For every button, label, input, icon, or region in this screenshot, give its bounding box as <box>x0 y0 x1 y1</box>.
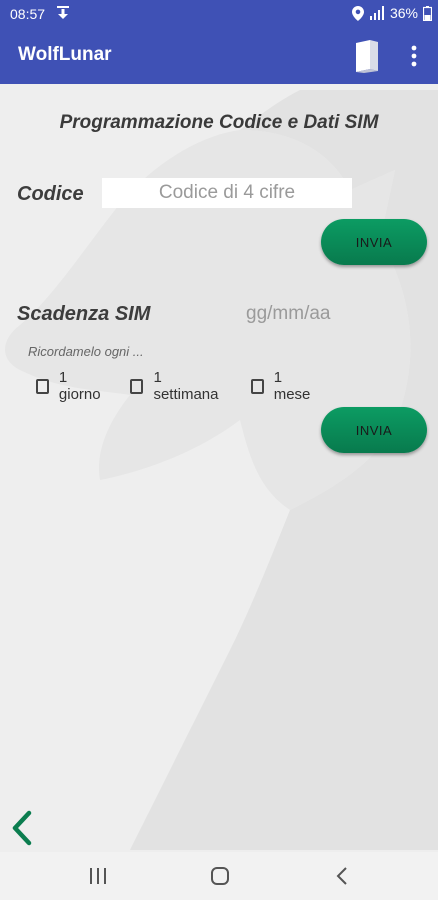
send-sim-button[interactable]: INVIA <box>321 407 427 453</box>
status-icons: 36% <box>351 5 432 21</box>
checkbox[interactable] <box>130 378 144 394</box>
code-label: Codice <box>17 183 84 205</box>
more-vert-icon[interactable] <box>404 43 424 69</box>
sim-expiry-date-field[interactable]: gg/mm/aa <box>246 303 330 325</box>
reminder-label: Ricordamelo ogni ... <box>28 344 144 359</box>
checkbox[interactable] <box>36 378 49 394</box>
book-icon[interactable] <box>354 39 380 73</box>
reminder-option-label: 1 settimana <box>153 369 219 403</box>
app-title: WolfLunar <box>18 44 112 65</box>
recent-apps-icon[interactable] <box>89 868 107 884</box>
location-icon <box>351 5 364 21</box>
checkbox[interactable] <box>251 378 264 394</box>
reminder-option-day[interactable]: 1 giorno <box>36 369 103 403</box>
screen: 08:57 36% WolfLunar Programmazione Codic… <box>0 0 438 900</box>
battery-percent: 36% <box>389 5 418 21</box>
section-title: Programmazione Codice e Dati SIM <box>59 112 379 133</box>
sim-expiry-label: Scadenza SIM <box>17 303 151 325</box>
reminder-option-week[interactable]: 1 settimana <box>130 369 220 403</box>
reminder-option-month[interactable]: 1 mese <box>251 369 313 403</box>
signal-icon <box>369 6 384 20</box>
battery-icon <box>423 5 432 21</box>
send-code-button[interactable]: INVIA <box>321 219 427 265</box>
back-arrow-icon[interactable] <box>10 810 34 846</box>
status-bar: 08:57 36% <box>0 0 438 28</box>
home-icon[interactable] <box>210 866 230 886</box>
app-bar: WolfLunar <box>0 28 438 84</box>
download-icon <box>57 6 69 19</box>
status-time: 08:57 <box>10 6 46 22</box>
navigation-bar <box>0 852 438 900</box>
code-input[interactable] <box>102 178 352 208</box>
back-icon[interactable] <box>336 867 348 885</box>
reminder-option-label: 1 giorno <box>58 369 101 403</box>
reminder-option-label: 1 mese <box>273 369 311 403</box>
